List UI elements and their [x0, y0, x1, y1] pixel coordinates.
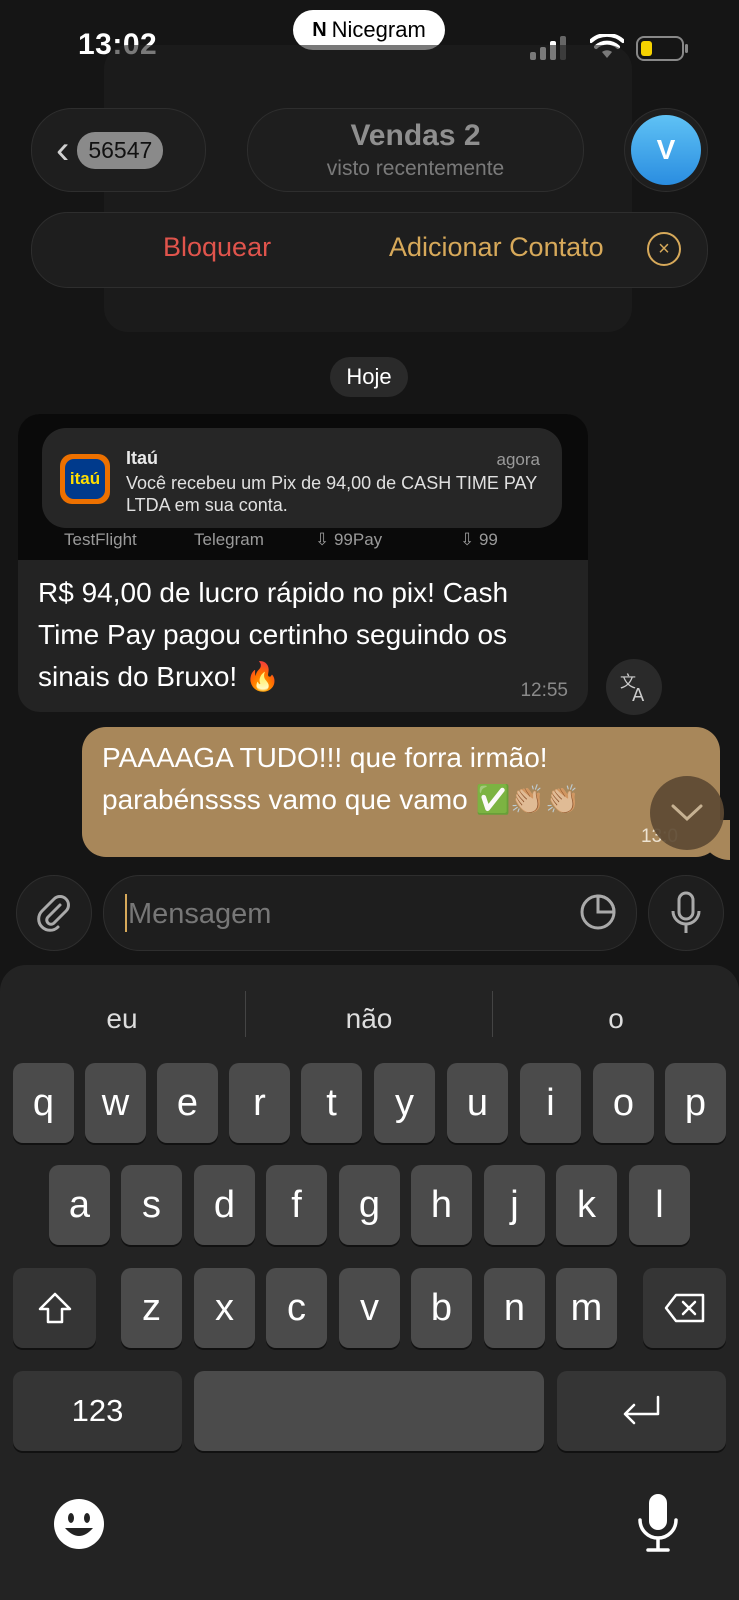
message-input-container — [103, 875, 637, 952]
block-button[interactable]: Bloquear — [163, 232, 271, 263]
incoming-message[interactable]: itaú Itaú agora Você recebeu um Pix de 9… — [18, 414, 588, 712]
message-text: PAAAAGA TUDO!!! que forra irmão! parabén… — [102, 742, 581, 815]
key[interactable]: k — [556, 1165, 617, 1245]
shift-key[interactable] — [13, 1268, 96, 1348]
text-caret — [125, 894, 127, 932]
back-button[interactable]: ‹ 56547 — [31, 108, 206, 192]
voice-message-button[interactable] — [648, 875, 724, 951]
nicegram-logo-icon: N — [312, 18, 327, 41]
keyboard: eu não o q w e r t y u i o p a s d f g h… — [0, 965, 739, 1600]
key[interactable]: b — [411, 1268, 472, 1348]
dock-label: TestFlight — [64, 530, 137, 549]
key[interactable]: o — [593, 1063, 654, 1143]
suggestion-divider — [245, 991, 246, 1037]
key[interactable]: t — [301, 1063, 362, 1143]
key[interactable]: x — [194, 1268, 255, 1348]
key[interactable]: s — [121, 1165, 182, 1245]
message-photo[interactable]: itaú Itaú agora Você recebeu um Pix de 9… — [18, 414, 588, 560]
key[interactable]: i — [520, 1063, 581, 1143]
avatar[interactable]: V — [631, 115, 701, 185]
key[interactable]: c — [266, 1268, 327, 1348]
key[interactable]: j — [484, 1165, 545, 1245]
message-text: R$ 94,00 de lucro rápido no pix! Cash Ti… — [38, 577, 509, 692]
chat-status: visto recentemente — [326, 157, 505, 180]
return-icon — [623, 1395, 659, 1425]
numbers-key[interactable]: 123 — [13, 1371, 182, 1451]
key[interactable]: e — [157, 1063, 218, 1143]
translate-icon: 文 A — [620, 672, 645, 703]
key[interactable]: w — [85, 1063, 146, 1143]
unread-count-badge: 56547 — [77, 131, 164, 169]
key[interactable]: z — [121, 1268, 182, 1348]
add-contact-button[interactable]: Adicionar Contato — [389, 232, 604, 263]
message-input[interactable] — [126, 876, 550, 952]
key[interactable]: n — [484, 1268, 545, 1348]
return-key[interactable] — [557, 1371, 726, 1451]
notification-time: agora — [496, 450, 540, 469]
key[interactable]: m — [556, 1268, 617, 1348]
key[interactable]: p — [665, 1063, 726, 1143]
key[interactable]: v — [339, 1268, 400, 1348]
microphone-icon — [671, 891, 701, 933]
dock-label: ⇩ 99Pay — [315, 530, 383, 549]
key[interactable]: g — [339, 1165, 400, 1245]
chat-title[interactable]: Vendas 2 visto recentemente — [247, 108, 584, 192]
emoji-icon[interactable] — [53, 1498, 105, 1550]
key[interactable]: q — [13, 1063, 74, 1143]
chevron-down-icon — [671, 804, 703, 822]
notification-app: Itaú — [126, 448, 159, 468]
suggestion-divider — [492, 991, 493, 1037]
suggestion[interactable]: não — [247, 1003, 491, 1035]
key[interactable]: y — [374, 1063, 435, 1143]
space-key[interactable] — [194, 1371, 544, 1451]
key[interactable]: h — [411, 1165, 472, 1245]
attach-button[interactable] — [16, 875, 92, 951]
translate-button[interactable]: 文 A — [606, 659, 662, 715]
key[interactable]: a — [49, 1165, 110, 1245]
carrier-pill: N Nicegram — [293, 10, 445, 50]
notification-screenshot: itaú Itaú agora Você recebeu um Pix de 9… — [42, 428, 562, 528]
date-chip: Hoje — [330, 357, 408, 397]
contact-action-bar — [31, 212, 708, 288]
backspace-key[interactable] — [643, 1268, 726, 1348]
key[interactable]: r — [229, 1063, 290, 1143]
key[interactable]: f — [266, 1165, 327, 1245]
battery-icon — [636, 36, 688, 61]
suggestion[interactable]: o — [494, 1003, 738, 1035]
close-icon[interactable]: × — [647, 232, 681, 266]
sticker-icon[interactable] — [578, 892, 618, 932]
notification-body: Você recebeu um Pix de 94,00 de CASH TIM… — [126, 473, 537, 515]
backspace-icon — [664, 1293, 704, 1323]
dock-label: ⇩ 99 — [460, 530, 498, 549]
chevron-left-icon: ‹ — [56, 128, 70, 172]
key[interactable]: u — [447, 1063, 508, 1143]
suggestion[interactable]: eu — [0, 1003, 244, 1035]
carrier-name: Nicegram — [331, 17, 426, 42]
shift-icon — [38, 1292, 71, 1324]
message-time: 12:55 — [520, 680, 568, 701]
dock-label: Telegram — [194, 530, 264, 549]
chat-name: Vendas 2 — [350, 119, 481, 152]
outgoing-message[interactable]: PAAAAGA TUDO!!! que forra irmão! parabén… — [82, 727, 720, 857]
itau-logo: itaú — [60, 454, 110, 504]
paperclip-icon — [37, 895, 70, 932]
key[interactable]: l — [629, 1165, 690, 1245]
key[interactable]: d — [194, 1165, 255, 1245]
svg-text:A: A — [632, 685, 645, 703]
dictation-icon[interactable] — [636, 1492, 680, 1554]
scroll-down-button[interactable] — [650, 776, 724, 850]
